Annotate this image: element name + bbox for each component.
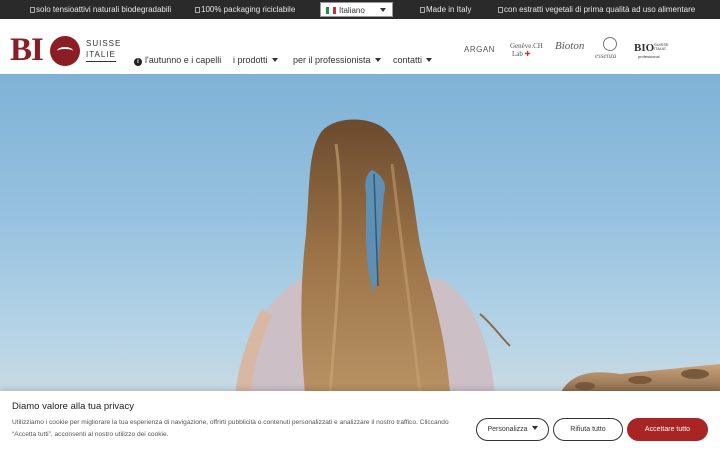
site-logo[interactable]: BI SUISSE ITALIE [10,32,120,68]
brand-bio-professional[interactable]: BIO SUISSE ITALIE professional [634,42,669,59]
chevron-down-icon [380,8,386,12]
brand-bioton[interactable]: Bioton [555,40,584,52]
hero-image [0,74,720,394]
nav-item-contatti[interactable]: contatti [393,55,433,65]
essenza-emblem-icon [603,37,617,51]
usp-item: 100% packaging riciclabile [195,5,295,14]
cookie-banner: Diamo valore alla tua privacy Utilizziam… [0,391,720,450]
top-bar: solo tensioattivi naturali biodegradabil… [0,0,720,19]
reject-all-button[interactable]: Rifiuta tutto [553,418,623,441]
accept-all-button[interactable]: Accettare tutto [627,418,708,441]
usp-item: Made in Italy [420,5,471,14]
plant-icon [498,7,503,13]
logo-bi: BI [10,32,44,68]
leaf-icon [30,7,35,13]
nav-item-professionista[interactable]: per il professionista [293,55,381,65]
logo-bird-icon [50,36,80,66]
nav-item-autunno[interactable]: i l'autunno e i capelli [134,55,221,66]
recycle-icon [195,7,200,13]
brand-argan[interactable]: ARGAN [464,45,495,54]
cookie-text: Utilizziamo i cookie per migliorare la t… [12,419,449,438]
chevron-down-icon [374,58,381,62]
language-label: Italiano [339,6,365,15]
chevron-down-icon [271,58,278,62]
info-icon: i [134,58,142,66]
hero-illustration [235,119,720,394]
chevron-down-icon [531,426,538,430]
logo-italie: ITALIE [86,50,116,59]
chevron-down-icon [426,58,433,62]
customize-button[interactable]: Personalizza [476,418,549,441]
italy-icon [420,7,425,13]
usp-item: con estratti vegetali di prima qualità a… [498,5,695,14]
nav-item-prodotti[interactable]: i prodotti [233,55,278,65]
brand-essenza[interactable]: essenza [595,37,625,65]
cookie-title: Diamo valore alla tua privacy [12,401,134,412]
language-select[interactable]: Italiano [320,2,393,17]
italian-flag-icon [326,7,336,14]
logo-suisse: SUISSE [86,39,122,48]
brand-geneve-lab[interactable]: Genève.CH Lab ✚ [510,42,543,58]
usp-item: solo tensioattivi naturali biodegradabil… [30,5,171,14]
swiss-cross-icon: ✚ [524,50,531,58]
logo-underline [86,61,116,62]
